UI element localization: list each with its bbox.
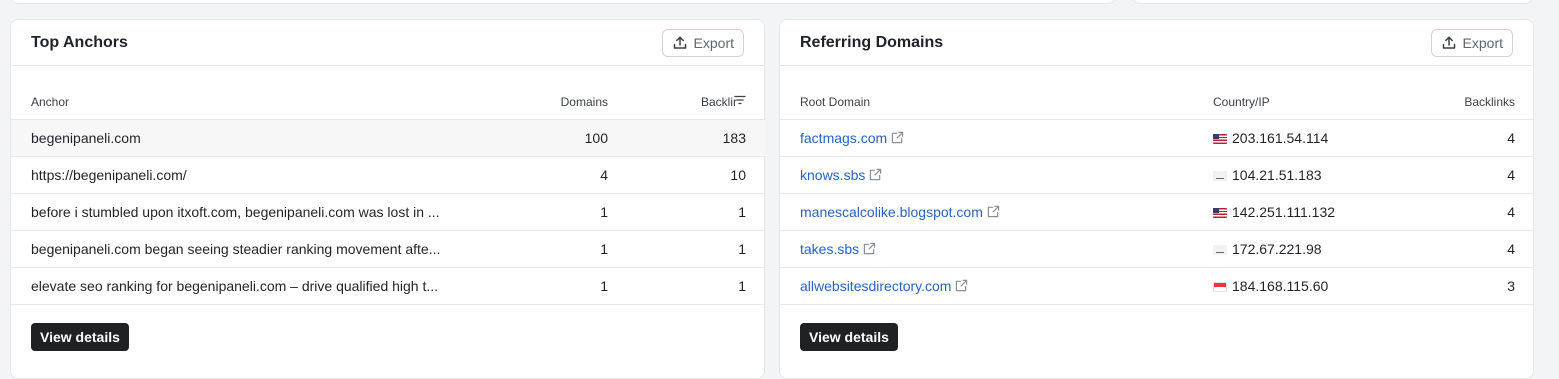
- referring-domains-card: Referring Domains Export Root Domain Cou…: [779, 19, 1535, 379]
- anchor-text: begenipaneli.com began seeing steadier r…: [11, 230, 491, 268]
- top-anchors-card: Top Anchors Export Anchor Domains Backli…: [10, 19, 766, 379]
- column-domains[interactable]: Domains: [491, 66, 608, 120]
- column-country-ip[interactable]: Country/IP: [1213, 66, 1393, 120]
- backlinks-count: 4: [1393, 230, 1535, 268]
- export-button[interactable]: Export: [1430, 28, 1513, 57]
- table-header-row: Root Domain Country/IP Backlinks: [780, 66, 1535, 120]
- sg-flag-icon: [1213, 281, 1227, 292]
- domains-count: 1: [491, 230, 608, 268]
- ip-address: 142.251.111.132: [1232, 203, 1336, 220]
- ip-address: 184.168.115.60: [1232, 277, 1329, 294]
- ip-address: 203.161.54.114: [1232, 129, 1329, 146]
- previous-card-edge-right: [1132, 0, 1533, 4]
- column-backlinks[interactable]: Backlinks: [1393, 66, 1535, 120]
- external-link-icon[interactable]: [987, 205, 1000, 218]
- domains-count: 1: [491, 267, 608, 305]
- country-ip-cell: 184.168.115.60: [1213, 267, 1393, 305]
- country-ip-cell: 104.21.51.183: [1213, 156, 1393, 194]
- domain-link[interactable]: takes.sbs: [800, 241, 859, 257]
- ip-address: 172.67.221.98: [1232, 240, 1322, 257]
- sort-icon[interactable]: [734, 95, 746, 105]
- country-ip-cell: 172.67.221.98: [1213, 230, 1393, 268]
- domains-count: 100: [491, 119, 608, 157]
- external-link-icon[interactable]: [955, 279, 968, 292]
- us-flag-icon: [1213, 207, 1227, 218]
- backlinks-count: 4: [1393, 193, 1535, 231]
- previous-card-edge: [10, 0, 1116, 4]
- backlinks-count: 4: [1393, 156, 1535, 194]
- ip-address: 104.21.51.183: [1232, 166, 1322, 183]
- upload-icon: [673, 36, 686, 49]
- backlinks-count: 3: [1393, 267, 1535, 305]
- table-row[interactable]: begenipaneli.com began seeing steadier r…: [11, 230, 766, 268]
- backlinks-count: 183: [608, 119, 766, 157]
- referring-domains-table: Root Domain Country/IP Backlinks factmag…: [780, 66, 1535, 305]
- card-header: Referring Domains Export: [780, 20, 1533, 66]
- anchor-text: before i stumbled upon itxoft.com, begen…: [11, 193, 491, 231]
- backlinks-count: 1: [608, 267, 766, 305]
- export-label: Export: [693, 34, 734, 51]
- table-row[interactable]: before i stumbled upon itxoft.com, begen…: [11, 193, 766, 231]
- table-row: factmags.com 203.161.54.114 4: [780, 119, 1535, 157]
- country-ip-cell: 142.251.111.132: [1213, 193, 1393, 231]
- domains-count: 4: [491, 156, 608, 194]
- anchor-text: begenipaneli.com: [11, 119, 491, 157]
- export-label: Export: [1462, 34, 1503, 51]
- external-link-icon[interactable]: [863, 242, 876, 255]
- table-header-row: Anchor Domains Backlir: [11, 66, 766, 120]
- domain-link[interactable]: allwebsitesdirectory.com: [800, 278, 951, 294]
- domain-cell: knows.sbs: [780, 156, 1213, 194]
- card-title: Referring Domains: [800, 33, 944, 51]
- domain-link[interactable]: manescalcolike.blogspot.com: [800, 204, 983, 220]
- view-details-button[interactable]: View details: [800, 323, 898, 351]
- backlinks-count: 4: [1393, 119, 1535, 157]
- table-row: allwebsitesdirectory.com 184.168.115.60 …: [780, 267, 1535, 305]
- card-title: Top Anchors: [31, 33, 128, 51]
- upload-icon: [1442, 36, 1455, 49]
- backlinks-count: 1: [608, 230, 766, 268]
- backlinks-count: 10: [608, 156, 766, 194]
- column-anchor[interactable]: Anchor: [11, 66, 491, 120]
- domain-cell: factmags.com: [780, 119, 1213, 157]
- export-button[interactable]: Export: [661, 28, 744, 57]
- domain-link[interactable]: factmags.com: [800, 130, 887, 146]
- column-root-domain[interactable]: Root Domain: [780, 66, 1213, 120]
- anchor-text: elevate seo ranking for begenipaneli.com…: [11, 267, 491, 305]
- table-row: manescalcolike.blogspot.com 142.251.111.…: [780, 193, 1535, 231]
- domain-link[interactable]: knows.sbs: [800, 167, 865, 183]
- table-row: takes.sbs 172.67.221.98 4: [780, 230, 1535, 268]
- anchor-text: https://begenipaneli.com/: [11, 156, 491, 194]
- table-row[interactable]: https://begenipaneli.com/ 4 10: [11, 156, 766, 194]
- backlinks-count: 1: [608, 193, 766, 231]
- us-flag-icon: [1213, 133, 1227, 144]
- country-ip-cell: 203.161.54.114: [1213, 119, 1393, 157]
- table-row[interactable]: begenipaneli.com 100 183: [11, 119, 766, 157]
- anchors-table: Anchor Domains Backlir begenipaneli.com …: [11, 66, 766, 305]
- external-link-icon[interactable]: [869, 168, 882, 181]
- table-row[interactable]: elevate seo ranking for begenipaneli.com…: [11, 267, 766, 305]
- domain-cell: takes.sbs: [780, 230, 1213, 268]
- unknown-flag-icon: [1213, 170, 1227, 181]
- domain-cell: manescalcolike.blogspot.com: [780, 193, 1213, 231]
- view-details-button[interactable]: View details: [31, 323, 129, 351]
- domain-cell: allwebsitesdirectory.com: [780, 267, 1213, 305]
- column-backlinks-label: Backlir: [700, 94, 737, 109]
- column-backlinks[interactable]: Backlir: [608, 66, 766, 120]
- domains-count: 1: [491, 193, 608, 231]
- card-header: Top Anchors Export: [11, 20, 764, 66]
- unknown-flag-icon: [1213, 244, 1227, 255]
- table-row: knows.sbs 104.21.51.183 4: [780, 156, 1535, 194]
- external-link-icon[interactable]: [891, 131, 904, 144]
